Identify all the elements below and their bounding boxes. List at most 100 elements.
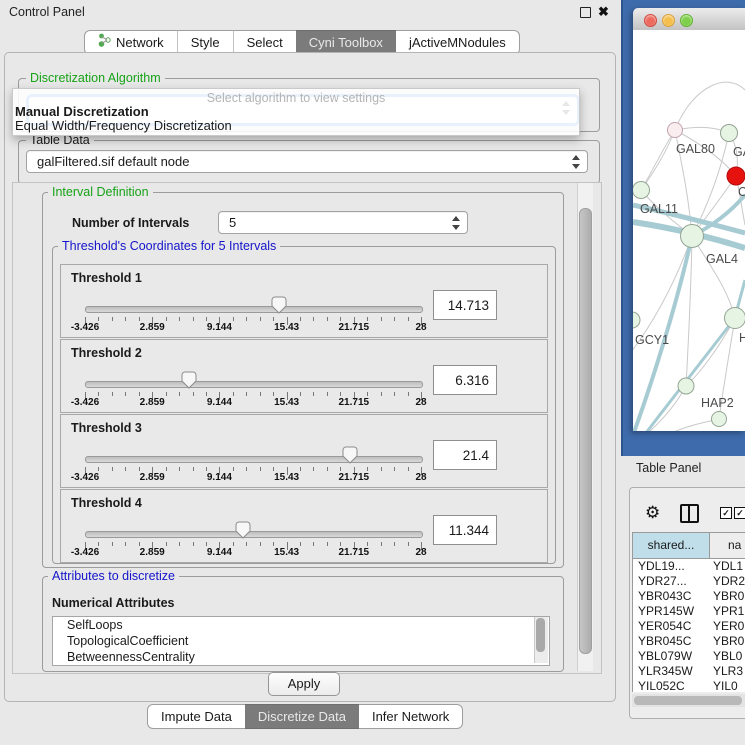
tick-mark — [112, 392, 113, 396]
table-row[interactable]: YBL079WYBL0 — [633, 649, 745, 664]
tick-mark — [125, 542, 126, 546]
cell-shared-name: YIL052C — [633, 679, 709, 692]
tab-infer-network[interactable]: Infer Network — [359, 704, 463, 729]
tick-mark — [233, 317, 234, 321]
table-row[interactable]: YBR045CYBR0 — [633, 634, 745, 649]
network-node-pink[interactable] — [668, 123, 683, 138]
table-row[interactable]: YIL052CYIL0 — [633, 679, 745, 692]
algorithm-option[interactable]: Equal Width/Frequency Discretization — [15, 118, 232, 133]
table-row[interactable]: YER054CYER0 — [633, 619, 745, 634]
tick-mark — [166, 392, 167, 396]
algorithm-option[interactable]: Manual Discretization — [15, 104, 149, 119]
network-node-green[interactable] — [712, 412, 727, 427]
tab-discretize-data[interactable]: Discretize Data — [245, 704, 359, 729]
threshold-slider-handle[interactable] — [270, 296, 288, 315]
threshold-slider-handle[interactable] — [341, 446, 359, 465]
tab-label: Infer Network — [372, 705, 449, 728]
horizontal-scrollbar-thumb[interactable] — [634, 696, 742, 705]
network-node-green[interactable] — [633, 182, 650, 199]
threshold-slider-handle[interactable] — [180, 371, 198, 390]
threshold-value-field[interactable]: 6.316 — [433, 365, 497, 395]
gear-icon[interactable]: ⚙ — [645, 503, 660, 523]
tick-label: 21.715 — [339, 322, 370, 333]
checkbox-icon[interactable]: ✓ — [720, 507, 732, 519]
tick-mark — [193, 467, 194, 471]
cell-name: YPR1 — [709, 604, 744, 619]
tick-mark — [206, 317, 207, 321]
number-of-intervals-select[interactable]: 5 — [218, 211, 468, 234]
tick-mark — [206, 467, 207, 471]
apply-button[interactable]: Apply — [268, 672, 340, 696]
tick-mark — [193, 542, 194, 546]
attribute-item[interactable]: SelfLoops — [53, 617, 549, 633]
network-node-green[interactable] — [721, 125, 738, 142]
number-of-intervals-label: Number of Intervals — [72, 216, 189, 230]
tick-mark — [327, 317, 328, 321]
threshold-slider-track[interactable] — [85, 381, 423, 388]
checkbox-icon[interactable]: ✓ — [734, 507, 745, 519]
network-node-green[interactable] — [725, 308, 745, 329]
threshold-slider-handle[interactable] — [234, 521, 252, 540]
vertical-scrollbar-thumb[interactable] — [579, 208, 592, 654]
top-tab-bar: NetworkStyleSelectCyni ToolboxjActiveMNo… — [84, 30, 520, 53]
threshold-value-field[interactable]: 21.4 — [433, 440, 497, 470]
close-panel-icon[interactable]: ✖ — [598, 3, 609, 21]
tick-mark — [260, 392, 261, 396]
tick-mark — [98, 542, 99, 546]
attribute-item[interactable]: TopologicalCoefficient — [53, 633, 549, 649]
algorithm-placeholder-item[interactable]: Select algorithm to view settings — [13, 91, 579, 105]
table-row[interactable]: YLR345WYLR3 — [633, 664, 745, 679]
split-columns-icon[interactable] — [680, 504, 699, 523]
tab-label: Select — [247, 31, 283, 54]
float-window-icon[interactable] — [580, 7, 591, 18]
tick-mark — [125, 392, 126, 396]
tick-label: 2.859 — [140, 547, 165, 558]
tick-mark — [381, 392, 382, 396]
network-window-titlebar[interactable] — [633, 8, 745, 31]
node-label: HAP2 — [701, 396, 734, 410]
threshold-slider-track[interactable] — [85, 531, 423, 538]
threshold-label: Threshold 4 — [71, 496, 142, 510]
tick-mark — [394, 467, 395, 471]
threshold-slider-track[interactable] — [85, 306, 423, 313]
tick-mark — [408, 392, 409, 396]
table-row[interactable]: YBR043CYBR0 — [633, 589, 745, 604]
tick-mark — [260, 542, 261, 546]
threshold-label: Threshold 2 — [71, 346, 142, 360]
network-node-green[interactable] — [678, 378, 694, 394]
table-row[interactable]: YPR145WYPR1 — [633, 604, 745, 619]
tick-mark — [193, 392, 194, 396]
tick-mark — [139, 392, 140, 396]
close-light-red[interactable] — [644, 14, 657, 27]
zoom-light-green[interactable] — [680, 14, 693, 27]
cell-name: YBR0 — [709, 634, 744, 649]
algorithm-dropdown-popup: Select algorithm to view settings Manual… — [12, 88, 580, 136]
threshold-slider-track[interactable] — [85, 456, 423, 463]
network-canvas[interactable]: GAL80GACGAL11GAL4GCY1HHAP2 — [633, 30, 745, 431]
threshold-value-field[interactable]: 14.713 — [433, 290, 497, 320]
minimize-light-yellow[interactable] — [662, 14, 675, 27]
table-row[interactable]: YDR27...YDR2 — [633, 574, 745, 589]
attributes-group-title: Attributes to discretize — [48, 569, 179, 583]
attributes-scrollbar-thumb[interactable] — [536, 618, 545, 652]
network-node-green[interactable] — [681, 225, 704, 248]
table-row[interactable]: YDL19...YDL1 — [633, 559, 745, 574]
table-data-select[interactable]: galFiltered.sif default node — [26, 150, 588, 173]
column-header-name[interactable]: na — [710, 533, 745, 558]
network-node-red[interactable] — [727, 167, 745, 185]
network-node-green[interactable] — [633, 312, 640, 328]
tick-mark — [327, 542, 328, 546]
column-header-shared-name[interactable]: shared... — [633, 533, 710, 558]
threshold-label: Threshold 1 — [71, 271, 142, 285]
tick-mark — [273, 467, 274, 471]
tab-label: Impute Data — [161, 705, 232, 728]
cell-name: YER0 — [709, 619, 744, 634]
cell-shared-name: YPR145W — [633, 604, 709, 619]
cell-name: YBL0 — [709, 649, 742, 664]
tab-impute-data[interactable]: Impute Data — [147, 704, 245, 729]
network-edge — [692, 236, 735, 318]
tick-mark — [125, 467, 126, 471]
numerical-attributes-list[interactable]: SelfLoopsTopologicalCoefficientBetweenne… — [52, 616, 550, 666]
threshold-value-field[interactable]: 11.344 — [433, 515, 497, 545]
attribute-item[interactable]: BetweennessCentrality — [53, 649, 549, 665]
